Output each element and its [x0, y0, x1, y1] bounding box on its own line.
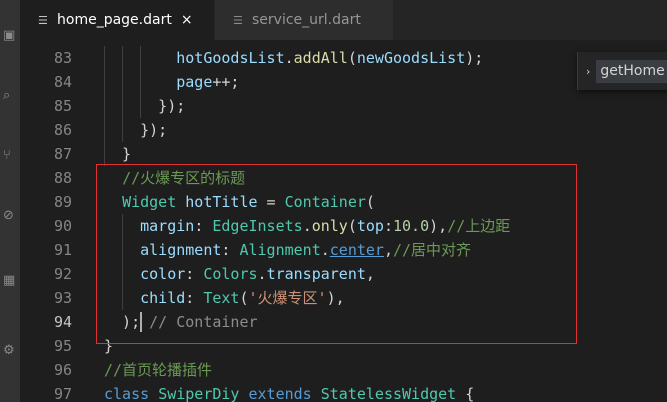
- tab-home-page[interactable]: ☰ home_page.dart ×: [20, 0, 214, 40]
- search-icon[interactable]: ⌕: [3, 89, 15, 102]
- code-token: hotGoodsList: [176, 49, 285, 67]
- tab-service-url[interactable]: ☰ service_url.dart: [215, 0, 393, 40]
- file-lines-icon: ☰: [233, 13, 243, 27]
- code-line[interactable]: hotGoodsList.addAll(newGoodsList);: [104, 46, 483, 70]
- line-number: 83: [53, 49, 72, 67]
- code-token: });: [104, 97, 186, 115]
- line-number: 95: [53, 337, 72, 355]
- code-line[interactable]: //首页轮播插件: [104, 358, 212, 382]
- line-number: 84: [53, 73, 72, 91]
- code-token: });: [104, 121, 168, 139]
- line-number: 93: [53, 289, 72, 307]
- chevron-right-icon: ›: [586, 64, 591, 78]
- breadcrumb-label[interactable]: getHome: [596, 59, 667, 83]
- line-number: 97: [53, 385, 72, 402]
- highlight-annotation-box: [96, 164, 577, 344]
- line-number: 94: [53, 313, 72, 331]
- line-number: 96: [53, 361, 72, 379]
- code-token: SwiperDiy: [158, 385, 240, 402]
- debug-icon[interactable]: ⊘: [3, 209, 15, 222]
- line-number: 92: [53, 265, 72, 283]
- file-lines-icon: ☰: [38, 13, 48, 27]
- code-token: class: [104, 385, 150, 402]
- code-token: StatelessWidget: [320, 385, 457, 402]
- indent-guide: [122, 46, 124, 142]
- line-number: 87: [53, 145, 72, 163]
- close-icon[interactable]: ×: [181, 12, 193, 28]
- line-number-gutter: 83 84 85 86 87 88 89 90 91 92 93 94 95 96 97: [20, 40, 84, 402]
- line-number: 89: [53, 193, 72, 211]
- line-number: 90: [53, 217, 72, 235]
- code-line[interactable]: });: [104, 118, 167, 142]
- line-number: 91: [53, 241, 72, 259]
- editor-window: ▣ ⌕ ⑂ ⊘ ▦ ⚙ ☰ home_page.dart × ☰ service…: [0, 0, 667, 402]
- line-number: 85: [53, 97, 72, 115]
- code-line[interactable]: }: [104, 142, 131, 166]
- code-token: .: [284, 49, 294, 67]
- code-line[interactable]: class SwiperDiy extends StatelessWidget …: [104, 382, 474, 402]
- code-token: newGoodsList: [356, 49, 466, 67]
- code-token: page: [176, 73, 213, 91]
- line-number: 88: [53, 169, 72, 187]
- code-token: addAll: [293, 49, 348, 67]
- code-token: );: [465, 49, 484, 67]
- tab-bar: ☰ home_page.dart × ☰ service_url.dart: [20, 0, 667, 40]
- breadcrumb-outline[interactable]: › getHome: [577, 52, 667, 90]
- settings-icon[interactable]: ⚙: [3, 344, 15, 357]
- code-token: }: [104, 145, 132, 163]
- tab-label: home_page.dart: [57, 12, 172, 28]
- code-token: //首页轮播插件: [104, 361, 213, 379]
- code-line[interactable]: page++;: [104, 70, 239, 94]
- explorer-icon[interactable]: ▣: [3, 29, 15, 42]
- code-token: ++;: [212, 73, 240, 91]
- code-line[interactable]: });: [104, 94, 185, 118]
- indent-guide: [104, 46, 105, 166]
- source-control-icon[interactable]: ⑂: [3, 149, 15, 162]
- code-token: extends: [248, 385, 312, 402]
- activity-bar: ▣ ⌕ ⑂ ⊘ ▦ ⚙: [0, 0, 20, 402]
- code-token: {: [456, 385, 475, 402]
- line-number: 86: [53, 121, 72, 139]
- extensions-icon[interactable]: ▦: [3, 274, 15, 287]
- indent-guide: [140, 46, 142, 118]
- tab-label: service_url.dart: [252, 12, 361, 28]
- code-token: (: [347, 49, 357, 67]
